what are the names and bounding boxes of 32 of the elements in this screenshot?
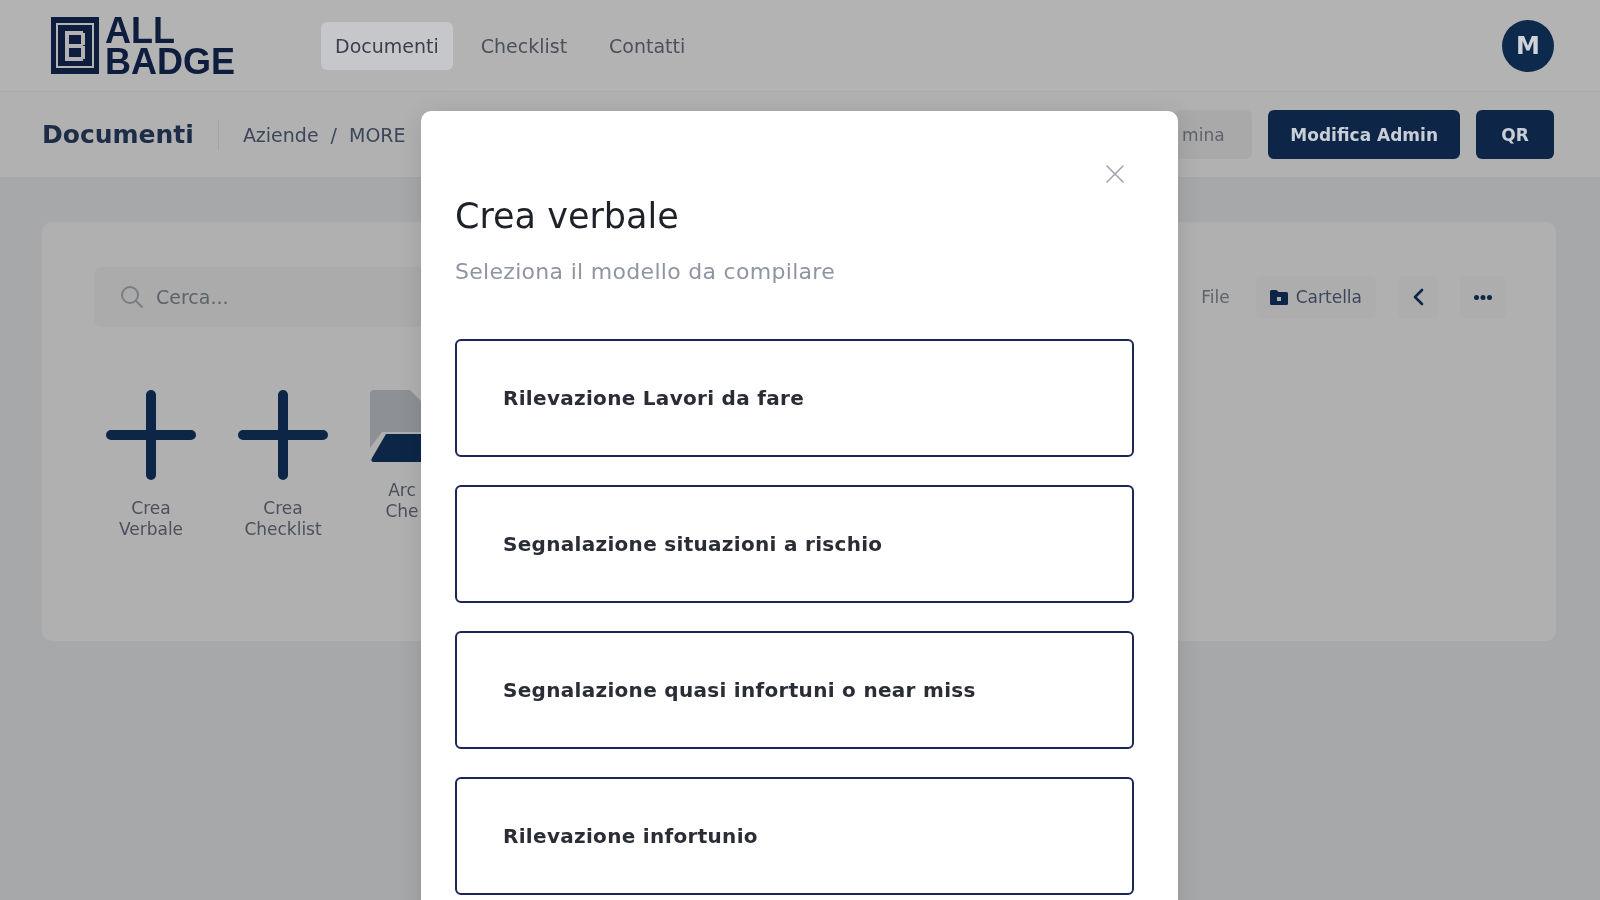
nav-tab[interactable]: Checklist <box>466 21 582 70</box>
breadcrumb-separator: / <box>330 123 337 146</box>
plus-icon <box>238 390 328 480</box>
action-button[interactable]: QR <box>1476 110 1554 159</box>
nav-tab[interactable]: Contatti <box>595 21 700 70</box>
breadcrumb-link[interactable]: Aziende <box>242 123 319 146</box>
action-tile[interactable]: Crea Checklist <box>238 390 328 540</box>
template-option[interactable]: Rilevazione Lavori da fare <box>455 339 1134 457</box>
modal-subtitle: Seleziona il modello da compilare <box>455 259 837 285</box>
logo-text: ALL <box>105 14 175 46</box>
modal-title: Crea verbale <box>455 195 680 237</box>
page-title: Documenti <box>42 120 194 149</box>
action-button[interactable]: mina <box>1174 110 1253 159</box>
search-field[interactable]: Cerca... <box>94 267 424 327</box>
search-icon <box>120 285 144 309</box>
template-option[interactable]: Segnalazione quasi infortuni o near miss <box>455 631 1134 749</box>
action-button[interactable]: Modifica Admin <box>1268 110 1460 159</box>
action-tile[interactable]: Arc Che <box>370 390 434 522</box>
logo-text: BADGE <box>105 45 235 77</box>
breadcrumb-link[interactable]: MORE <box>349 123 406 146</box>
template-option[interactable]: Segnalazione situazioni a rischio <box>455 485 1134 603</box>
nav-tab[interactable]: Documenti <box>321 21 453 70</box>
logo-icon <box>51 17 99 74</box>
template-option[interactable]: Rilevazione infortunio <box>455 777 1134 895</box>
plus-icon <box>106 390 196 480</box>
chevron-left-icon <box>1412 288 1424 306</box>
close-icon <box>1106 165 1124 183</box>
more-icon <box>1474 294 1492 300</box>
action-tile[interactable]: Crea Verbale <box>106 390 196 540</box>
file-button[interactable]: File <box>1197 275 1234 319</box>
folder-icon <box>1269 289 1288 305</box>
avatar[interactable]: M <box>1502 19 1554 72</box>
